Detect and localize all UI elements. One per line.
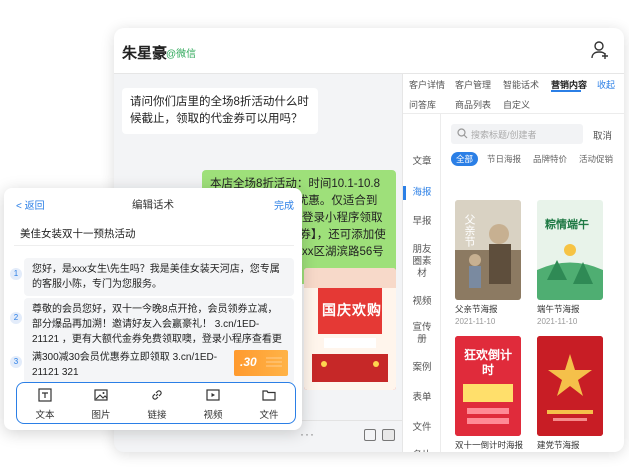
item-number-badge: 2 <box>10 312 22 324</box>
poster-date: 2021-11-10 <box>455 317 496 326</box>
poster-headline: 国庆欢购 <box>322 302 382 318</box>
tab-products[interactable]: 商品列表 <box>455 98 491 111</box>
insert-file-button[interactable]: 文件 <box>243 383 295 423</box>
poster-card[interactable]: 粽情端午 端午节海报 2021-11-10 <box>537 200 603 326</box>
more-options-icon[interactable]: ··· <box>300 427 315 441</box>
chat-poster-image[interactable]: 国庆欢购 <box>304 268 396 390</box>
active-tab-indicator <box>551 90 581 92</box>
image-icon <box>94 389 108 401</box>
insert-video-label: 视频 <box>203 410 223 421</box>
link-icon <box>152 390 162 400</box>
tab-customer-details[interactable]: 客户详情 <box>409 78 445 91</box>
nav-business-cards[interactable]: 名片 <box>403 450 441 452</box>
nav-articles[interactable]: 文章 <box>403 156 441 168</box>
poster-browser: 搜索标题/创建者 取消 全部 节日海报 品牌特价 活动促销 父亲节 父亲节海报 … <box>441 114 624 452</box>
poster-thumbnail: 粽情端午 <box>537 200 603 300</box>
item-number-badge: 3 <box>10 356 22 368</box>
video-icon <box>206 389 220 401</box>
contact-channel-tag: @微信 <box>166 49 197 60</box>
poster-title: 端午节海报 <box>537 304 580 314</box>
side-panel: 客户详情 客户管理 智能话术 营销内容 收起 问答库 商品列表 自定义 文章 海… <box>402 74 624 452</box>
screen: 朱星豪 @微信 请问你们店里的全场8折活动什么时候截止，领取的代金券可以用吗？ … <box>0 0 629 476</box>
add-user-icon[interactable] <box>590 40 610 60</box>
poster-card[interactable]: 建党节海报 2021-11-10 <box>537 336 603 452</box>
editor-title: 编辑话术 <box>132 199 174 211</box>
poster-thumb-text: 父亲节 <box>463 214 475 247</box>
script-item-text: 满300减30会员优惠券立即领取 3.cn/1ED-21121 321 <box>32 352 218 378</box>
chevron-left-icon: < <box>16 201 25 212</box>
search-placeholder: 搜索标题/创建者 <box>471 130 537 140</box>
back-button[interactable]: < 返回 <box>16 197 45 212</box>
collapse-button[interactable]: 收起 <box>597 78 615 91</box>
text-icon <box>38 388 52 402</box>
insert-image-label: 图片 <box>91 410 111 421</box>
layout-toggle-icon[interactable] <box>382 429 395 441</box>
customer-message: 请问你们店里的全场8折活动什么时候截止，领取的代金券可以用吗？ <box>122 88 318 134</box>
poster-date: 2021-11-10 <box>537 317 578 326</box>
poster-title: 父亲节海报 <box>455 304 498 314</box>
chat-header: 朱星豪 @微信 <box>114 28 624 74</box>
nav-morning-news[interactable]: 早报 <box>403 216 441 228</box>
script-name-field[interactable]: 美佳女装双十一预热活动 <box>14 220 294 246</box>
search-input[interactable]: 搜索标题/创建者 <box>451 124 583 144</box>
insert-video-button[interactable]: 视频 <box>187 383 239 423</box>
poster-card[interactable]: 父亲节 父亲节海报 2021-11-10 <box>455 200 521 326</box>
script-editor-panel: 编辑话术 < 返回 完成 美佳女装双十一预热活动 1 您好，是xxx女生\先生吗… <box>4 188 302 430</box>
nav-posters[interactable]: 海报 <box>403 187 441 199</box>
poster-title: 双十一倒计时海报 <box>455 440 524 450</box>
nav-files[interactable]: 文件 <box>403 422 441 434</box>
poster-thumb-text: 粽情端午 <box>545 219 589 231</box>
nav-cases[interactable]: 案例 <box>403 362 441 374</box>
screenshot-icon[interactable] <box>364 429 376 441</box>
insert-link-button[interactable]: 链接 <box>131 383 183 423</box>
nav-videos[interactable]: 视频 <box>403 296 441 308</box>
coupon-thumbnail: .30 <box>234 350 288 376</box>
tab-faq[interactable]: 问答库 <box>409 98 436 111</box>
poster-thumbnail <box>537 336 603 436</box>
insert-text-button[interactable]: 文本 <box>19 383 71 423</box>
search-icon <box>457 128 468 139</box>
cancel-search-button[interactable]: 取消 <box>593 128 612 142</box>
nav-moments-material[interactable]: 朋友圈素材 <box>403 244 441 280</box>
editor-header: 编辑话术 < 返回 完成 <box>4 188 302 218</box>
tab-smart-scripts[interactable]: 智能话术 <box>503 78 539 91</box>
tab-customer-management[interactable]: 客户管理 <box>455 78 491 91</box>
poster-title: 建党节海报 <box>537 440 580 450</box>
category-filter: 全部 节日海报 品牌特价 活动促销 <box>451 152 624 168</box>
panel-tabs: 客户详情 客户管理 智能话术 营销内容 收起 问答库 商品列表 自定义 <box>403 74 624 114</box>
chip-promotions[interactable]: 活动促销 <box>579 152 613 166</box>
insert-link-label: 链接 <box>147 410 167 421</box>
insert-text-label: 文本 <box>35 410 55 421</box>
nav-forms[interactable]: 表单 <box>403 392 441 404</box>
done-button[interactable]: 完成 <box>274 197 294 212</box>
tab-custom[interactable]: 自定义 <box>503 98 530 111</box>
poster-thumbnail: 狂欢倒计时 <box>455 336 521 436</box>
insert-file-label: 文件 <box>259 410 279 421</box>
file-icon <box>262 390 276 401</box>
insert-image-button[interactable]: 图片 <box>75 383 127 423</box>
content-type-nav: 文章 海报 早报 朋友圈素材 视频 宣传册 案例 表单 文件 名片 <box>403 114 441 452</box>
chip-brand-specials[interactable]: 品牌特价 <box>533 152 567 166</box>
poster-card[interactable]: 狂欢倒计时 双十一倒计时海报 2021-11-10 <box>455 336 524 452</box>
poster-thumbnail: 父亲节 <box>455 200 521 300</box>
contact-name: 朱星豪 <box>122 45 168 62</box>
coupon-value: .30 <box>240 355 257 369</box>
chip-holiday-posters[interactable]: 节日海报 <box>487 152 521 166</box>
script-item[interactable]: 您好，是xxx女生\先生吗？我是美佳女装天河店，您专属的客服小陈，专门为您服务。 <box>24 258 294 296</box>
chip-all[interactable]: 全部 <box>451 152 479 166</box>
script-item[interactable]: 满300减30会员优惠券立即领取 3.cn/1ED-21121 321 .30 <box>24 346 294 384</box>
back-label: 返回 <box>24 201 45 212</box>
item-number-badge: 1 <box>10 268 22 280</box>
poster-thumb-text: 狂欢倒计时 <box>463 348 512 377</box>
nav-brochures[interactable]: 宣传册 <box>403 322 441 346</box>
coupon-decoration <box>266 357 282 359</box>
insert-toolbar: 文本 图片 链接 视频 文件 <box>16 382 296 424</box>
